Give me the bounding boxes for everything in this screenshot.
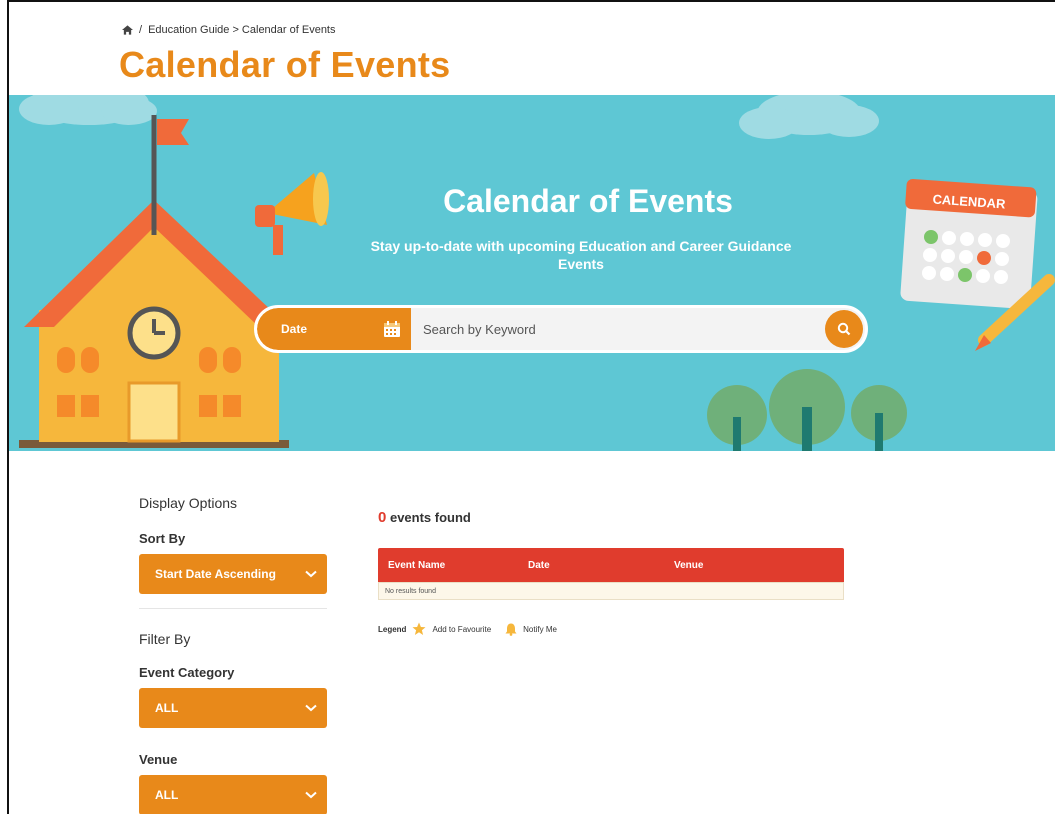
events-found-label: events found bbox=[389, 510, 471, 525]
table-header: Event Name Date Venue bbox=[378, 548, 844, 582]
sidebar-divider bbox=[139, 608, 327, 609]
venue-value: ALL bbox=[155, 788, 179, 802]
calendar-icon bbox=[384, 321, 400, 337]
page-title: Calendar of Events bbox=[119, 44, 451, 85]
legend-favourite: Add to Favourite bbox=[432, 624, 492, 634]
banner-illustration: CALENDAR bbox=[19, 95, 1055, 451]
sort-by-label: Sort By bbox=[139, 531, 186, 546]
tree-icon bbox=[707, 369, 907, 451]
column-venue[interactable]: Venue bbox=[674, 560, 824, 571]
keyword-search-input[interactable] bbox=[411, 308, 865, 350]
event-category-label: Event Category bbox=[139, 665, 235, 680]
banner-title: Calendar of Events bbox=[443, 183, 733, 219]
legend-label: Legend bbox=[378, 624, 407, 634]
breadcrumb: / Education Guide > Calendar of Events bbox=[122, 24, 336, 36]
chevron-down-icon bbox=[305, 570, 317, 578]
chevron-down-icon bbox=[305, 704, 317, 712]
breadcrumb-path[interactable]: Education Guide > Calendar of Events bbox=[148, 24, 335, 36]
chevron-down-icon bbox=[305, 791, 317, 799]
star-icon bbox=[412, 622, 426, 635]
legend: Legend Add to Favourite Notify Me bbox=[378, 622, 557, 636]
column-date[interactable]: Date bbox=[528, 560, 674, 571]
table-row-empty: No results found bbox=[378, 582, 844, 600]
search-bar: Date bbox=[254, 305, 868, 353]
legend-notify: Notify Me bbox=[523, 624, 557, 634]
events-table: Event Name Date Venue No results found bbox=[378, 548, 844, 600]
cloud-icon bbox=[19, 95, 879, 139]
hero-banner: CALENDAR Calendar of Events Stay up-to-d… bbox=[9, 95, 1055, 451]
breadcrumb-separator: / bbox=[139, 24, 143, 36]
sidebar: Display Options Sort By Start Date Ascen… bbox=[139, 495, 329, 814]
event-category-select[interactable]: ALL bbox=[139, 688, 327, 728]
search-icon bbox=[837, 322, 851, 336]
date-filter-button[interactable]: Date bbox=[257, 308, 411, 350]
display-options-heading: Display Options bbox=[139, 495, 238, 511]
home-icon[interactable] bbox=[122, 25, 133, 35]
search-button[interactable] bbox=[825, 310, 863, 348]
sort-by-select[interactable]: Start Date Ascending bbox=[139, 554, 327, 594]
bell-icon bbox=[505, 623, 517, 636]
events-count: 0 bbox=[378, 509, 387, 526]
filter-by-heading: Filter By bbox=[139, 631, 191, 647]
banner-subtitle: Stay up-to-date with upcoming Education … bbox=[370, 238, 792, 272]
event-category-value: ALL bbox=[155, 701, 179, 715]
school-icon bbox=[19, 115, 289, 448]
date-filter-label: Date bbox=[281, 322, 308, 336]
events-found: 0 events found bbox=[378, 509, 471, 526]
venue-label: Venue bbox=[139, 752, 178, 767]
column-event-name[interactable]: Event Name bbox=[378, 560, 528, 571]
venue-select[interactable]: ALL bbox=[139, 775, 327, 814]
sort-by-value: Start Date Ascending bbox=[155, 567, 276, 581]
page-frame: / Education Guide > Calendar of Events C… bbox=[7, 0, 1055, 814]
